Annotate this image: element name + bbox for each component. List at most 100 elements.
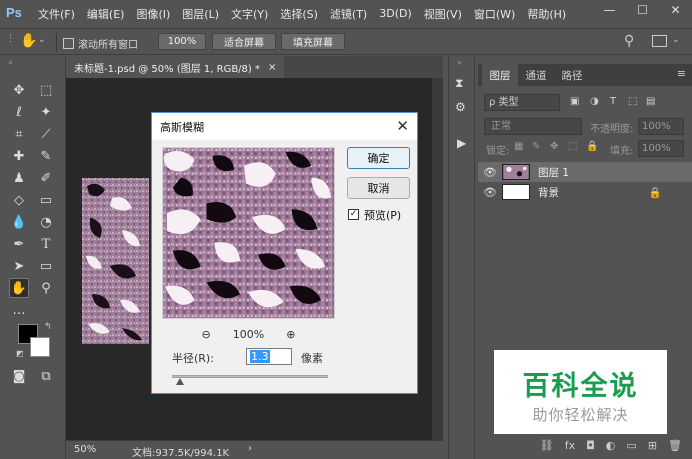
swap-colors-icon[interactable]: ↰ bbox=[44, 322, 52, 332]
zoom-out-icon[interactable]: ⊖ bbox=[202, 328, 211, 341]
status-menu-arrow-icon[interactable]: › bbox=[248, 443, 252, 454]
layer-row[interactable]: 👁 背景 🔒 bbox=[478, 182, 692, 202]
trash-icon[interactable]: 🗑 bbox=[668, 439, 682, 452]
menu-image[interactable]: 图像(I) bbox=[136, 6, 170, 22]
filter-adjust-icon[interactable]: ◑ bbox=[590, 96, 599, 107]
maximize-button[interactable]: ☐ bbox=[626, 0, 659, 20]
radius-input[interactable]: 1.3 bbox=[246, 348, 292, 365]
layer-row[interactable]: 👁 图层 1 bbox=[478, 162, 692, 182]
actions-panel-icon[interactable]: ▶ bbox=[457, 136, 466, 150]
close-window-button[interactable]: ✕ bbox=[659, 0, 692, 20]
menu-window[interactable]: 窗口(W) bbox=[474, 6, 515, 22]
cancel-button[interactable]: 取消 bbox=[347, 177, 410, 199]
crop-tool-icon[interactable]: ⌗ bbox=[9, 124, 29, 144]
menu-select[interactable]: 选择(S) bbox=[280, 6, 318, 22]
menu-view[interactable]: 视图(V) bbox=[424, 6, 462, 22]
background-color-swatch[interactable] bbox=[30, 337, 50, 357]
preview-checkbox[interactable]: ✓ bbox=[348, 209, 359, 220]
panel-menu-icon[interactable]: ≡ bbox=[677, 67, 686, 80]
filter-smart-icon[interactable]: ▤ bbox=[646, 96, 655, 107]
tab-channels[interactable]: 通道 bbox=[518, 64, 554, 86]
history-panel-icon[interactable]: ⧗ bbox=[455, 76, 463, 91]
hand-tool-icon[interactable]: ✋ bbox=[9, 278, 29, 298]
close-tab-icon[interactable]: × bbox=[268, 62, 276, 73]
new-group-icon[interactable]: ▭ bbox=[626, 439, 636, 452]
move-tool-icon[interactable]: ✥ bbox=[9, 80, 29, 100]
radius-slider-thumb[interactable] bbox=[175, 378, 184, 385]
lasso-tool-icon[interactable]: ℓ bbox=[9, 102, 29, 122]
type-tool-icon[interactable]: T bbox=[36, 234, 56, 254]
menu-file[interactable]: 文件(F) bbox=[38, 6, 75, 22]
dialog-close-button[interactable]: ✕ bbox=[396, 117, 409, 135]
eraser-tool-icon[interactable]: ◇ bbox=[9, 190, 29, 210]
add-mask-icon[interactable]: ◘ bbox=[586, 439, 595, 452]
document-tab[interactable]: 未标题-1.psd @ 50% (图层 1, RGB/8) * × bbox=[66, 56, 285, 78]
eye-icon[interactable]: 👁 bbox=[478, 186, 502, 199]
filter-shape-icon[interactable]: ⬚ bbox=[628, 96, 637, 107]
lock-position-icon[interactable]: ✥ bbox=[550, 141, 558, 152]
radius-slider-track[interactable] bbox=[172, 375, 328, 378]
properties-panel-icon[interactable]: ⚙ bbox=[455, 100, 466, 114]
path-select-tool-icon[interactable]: ➤ bbox=[9, 256, 29, 276]
zoom-in-icon[interactable]: ⊕ bbox=[286, 328, 295, 341]
menu-layer[interactable]: 图层(L) bbox=[182, 6, 219, 22]
doc-size-readout[interactable]: 文档:937.5K/994.1K bbox=[132, 444, 229, 459]
more-tools-icon[interactable]: … bbox=[9, 300, 29, 320]
workspace-icon[interactable] bbox=[652, 35, 667, 47]
brush-tool-icon[interactable]: ✎ bbox=[36, 146, 56, 166]
chevron-down-icon[interactable]: ⌄ bbox=[38, 35, 46, 45]
dodge-tool-icon[interactable]: ◔ bbox=[36, 212, 56, 232]
stamp-tool-icon[interactable]: ♟ bbox=[9, 168, 29, 188]
zoom-100-button[interactable]: 100% bbox=[158, 33, 206, 50]
zoom-readout[interactable]: 50% bbox=[74, 444, 96, 455]
tab-paths[interactable]: 路径 bbox=[554, 64, 590, 86]
blur-preview[interactable] bbox=[162, 147, 335, 319]
default-colors-icon[interactable]: ◩ bbox=[16, 349, 24, 358]
collapse-icon[interactable]: » bbox=[457, 58, 462, 67]
eye-icon[interactable]: 👁 bbox=[478, 166, 502, 179]
collapse-icon[interactable]: « bbox=[8, 58, 13, 67]
fill-input[interactable]: 100% bbox=[638, 140, 684, 157]
menu-3d[interactable]: 3D(D) bbox=[379, 7, 412, 20]
lock-all-icon[interactable]: 🔒 bbox=[586, 141, 598, 152]
chevron-down-icon[interactable]: ⌄ bbox=[672, 35, 680, 45]
menu-type[interactable]: 文字(Y) bbox=[231, 6, 268, 22]
new-layer-icon[interactable]: ⊞ bbox=[648, 439, 657, 452]
fill-screen-button[interactable]: 填充屏幕 bbox=[281, 33, 345, 50]
marquee-tool-icon[interactable]: ⬚ bbox=[36, 80, 56, 100]
shape-tool-icon[interactable]: ▭ bbox=[36, 256, 56, 276]
lock-artboard-icon[interactable]: ⬚ bbox=[568, 141, 577, 152]
screen-mode-icon[interactable]: ⧉ bbox=[36, 366, 56, 386]
lock-paint-icon[interactable]: ✎ bbox=[532, 141, 540, 152]
zoom-tool-icon[interactable]: ⚲ bbox=[36, 278, 56, 298]
filter-type-select[interactable]: ρ 类型 bbox=[484, 94, 560, 111]
menu-help[interactable]: 帮助(H) bbox=[527, 6, 566, 22]
filter-type-icon[interactable]: T bbox=[610, 96, 616, 107]
tab-layers[interactable]: 图层 bbox=[482, 64, 518, 86]
lock-pixels-icon[interactable]: ▦ bbox=[514, 141, 523, 152]
dialog-title-bar[interactable]: 高斯模糊 ✕ bbox=[152, 113, 417, 140]
gradient-tool-icon[interactable]: ▭ bbox=[36, 190, 56, 210]
blur-tool-icon[interactable]: 💧 bbox=[9, 212, 29, 232]
search-icon[interactable]: ⚲ bbox=[624, 33, 634, 49]
blend-mode-select[interactable]: 正常 bbox=[484, 118, 582, 135]
scroll-all-checkbox[interactable] bbox=[63, 38, 74, 49]
ok-button[interactable]: 确定 bbox=[347, 147, 410, 169]
quick-mask-icon[interactable]: ◙ bbox=[9, 366, 29, 386]
pen-tool-icon[interactable]: ✒ bbox=[9, 234, 29, 254]
filter-pixel-icon[interactable]: ▣ bbox=[570, 96, 579, 107]
history-brush-tool-icon[interactable]: ✐ bbox=[36, 168, 56, 188]
opacity-input[interactable]: 100% bbox=[638, 118, 684, 135]
link-layers-icon[interactable]: ⛓ bbox=[540, 439, 554, 452]
fx-icon[interactable]: fx bbox=[565, 439, 575, 452]
magic-wand-tool-icon[interactable]: ✦ bbox=[36, 102, 56, 122]
fit-screen-button[interactable]: 适合屏幕 bbox=[212, 33, 276, 50]
menu-filter[interactable]: 滤镜(T) bbox=[330, 6, 367, 22]
eyedropper-tool-icon[interactable]: ⟋ bbox=[36, 124, 56, 144]
minimize-button[interactable]: — bbox=[593, 0, 626, 20]
menu-edit[interactable]: 编辑(E) bbox=[87, 6, 125, 22]
opacity-label: 不透明度: bbox=[590, 124, 634, 135]
healing-brush-tool-icon[interactable]: ✚ bbox=[9, 146, 29, 166]
vertical-scrollbar[interactable] bbox=[432, 78, 443, 440]
adjustment-layer-icon[interactable]: ◐ bbox=[606, 439, 616, 452]
